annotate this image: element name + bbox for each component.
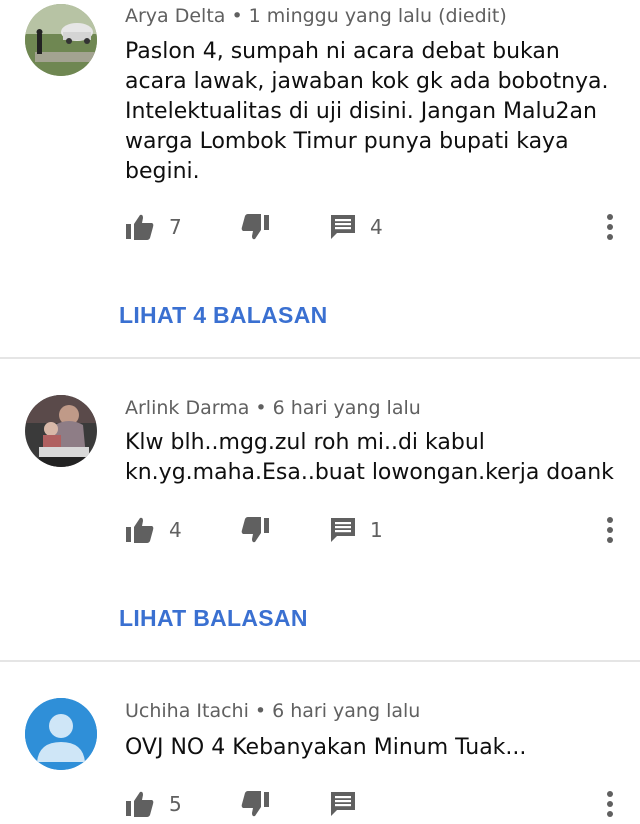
separator-dot: •	[254, 700, 267, 722]
divider	[0, 660, 640, 662]
more-vert-icon[interactable]	[603, 788, 617, 820]
reply-button[interactable]	[330, 784, 356, 824]
like-count: 5	[169, 792, 182, 816]
thumb-down-icon	[240, 213, 270, 241]
thumb-up-icon	[125, 790, 155, 818]
comment-meta: Uchiha Itachi • 6 hari yang lalu	[125, 700, 420, 722]
comment-line: OVJ NO 4 Kebanyakan Minum Tuak...	[125, 735, 527, 760]
reply-button[interactable]: 4	[330, 207, 383, 247]
person-icon[interactable]	[25, 698, 97, 770]
thumb-down-icon	[240, 790, 270, 818]
thumb-up-icon	[125, 213, 155, 241]
view-replies-button[interactable]: LIHAT BALASAN	[119, 605, 308, 632]
reply-count: 4	[370, 215, 383, 239]
timestamp[interactable]: 6 hari yang lalu	[273, 397, 421, 419]
like-count: 7	[169, 215, 182, 239]
thumb-up-icon	[125, 516, 155, 544]
timestamp[interactable]: 1 minggu yang lalu (diedit)	[249, 5, 507, 27]
avatar[interactable]	[25, 395, 97, 467]
more-vert-icon[interactable]	[603, 211, 617, 243]
timestamp[interactable]: 6 hari yang lalu	[272, 700, 420, 722]
author-name[interactable]: Arya Delta	[125, 5, 225, 27]
dislike-button[interactable]	[240, 784, 270, 824]
more-vert-icon[interactable]	[603, 514, 617, 546]
separator-dot: •	[231, 5, 243, 27]
separator-dot: •	[255, 397, 267, 419]
like-count: 4	[169, 518, 182, 542]
comment-icon	[330, 791, 356, 817]
thumb-down-icon	[240, 516, 270, 544]
author-name[interactable]: Uchiha Itachi	[125, 700, 249, 722]
divider	[0, 357, 640, 359]
comment-line: Paslon 4, sumpah ni acara debat bukan	[125, 39, 560, 64]
comment-actions: 5	[125, 784, 625, 824]
avatar[interactable]	[25, 4, 97, 76]
comment-line: acara lawak, jawaban kok gk ada bobotnya…	[125, 69, 609, 94]
comment-line: Intelektualitas di uji disini. Jangan Ma…	[125, 99, 597, 124]
like-button[interactable]: 4	[125, 510, 182, 550]
dislike-button[interactable]	[240, 510, 270, 550]
dislike-button[interactable]	[240, 207, 270, 247]
view-replies-button[interactable]: LIHAT 4 BALASAN	[119, 302, 328, 329]
reply-count: 1	[370, 518, 383, 542]
comment-line: Klw blh..mgg.zul roh mi..di kabul	[125, 430, 485, 455]
comment-meta: Arlink Darma • 6 hari yang lalu	[125, 397, 421, 419]
reply-button[interactable]: 1	[330, 510, 383, 550]
comment-icon	[330, 517, 356, 543]
comment-line: kn.yg.maha.Esa..buat lowongan.kerja doan…	[125, 460, 614, 485]
comment-text: OVJ NO 4 Kebanyakan Minum Tuak...	[125, 733, 615, 763]
comment-line: begini.	[125, 159, 200, 184]
comment-meta: Arya Delta • 1 minggu yang lalu (diedit)	[125, 5, 507, 27]
comment-line: warga Lombok Timur punya bupati kaya	[125, 129, 569, 154]
comment-text: Paslon 4, sumpah ni acara debat bukan ac…	[125, 37, 615, 187]
author-name[interactable]: Arlink Darma	[125, 397, 249, 419]
comment-icon	[330, 214, 356, 240]
comment-actions: 7 4	[125, 207, 625, 247]
like-button[interactable]: 7	[125, 207, 182, 247]
comment-text: Klw blh..mgg.zul roh mi..di kabul kn.yg.…	[125, 428, 615, 488]
like-button[interactable]: 5	[125, 784, 182, 824]
comment-actions: 4 1	[125, 510, 625, 550]
